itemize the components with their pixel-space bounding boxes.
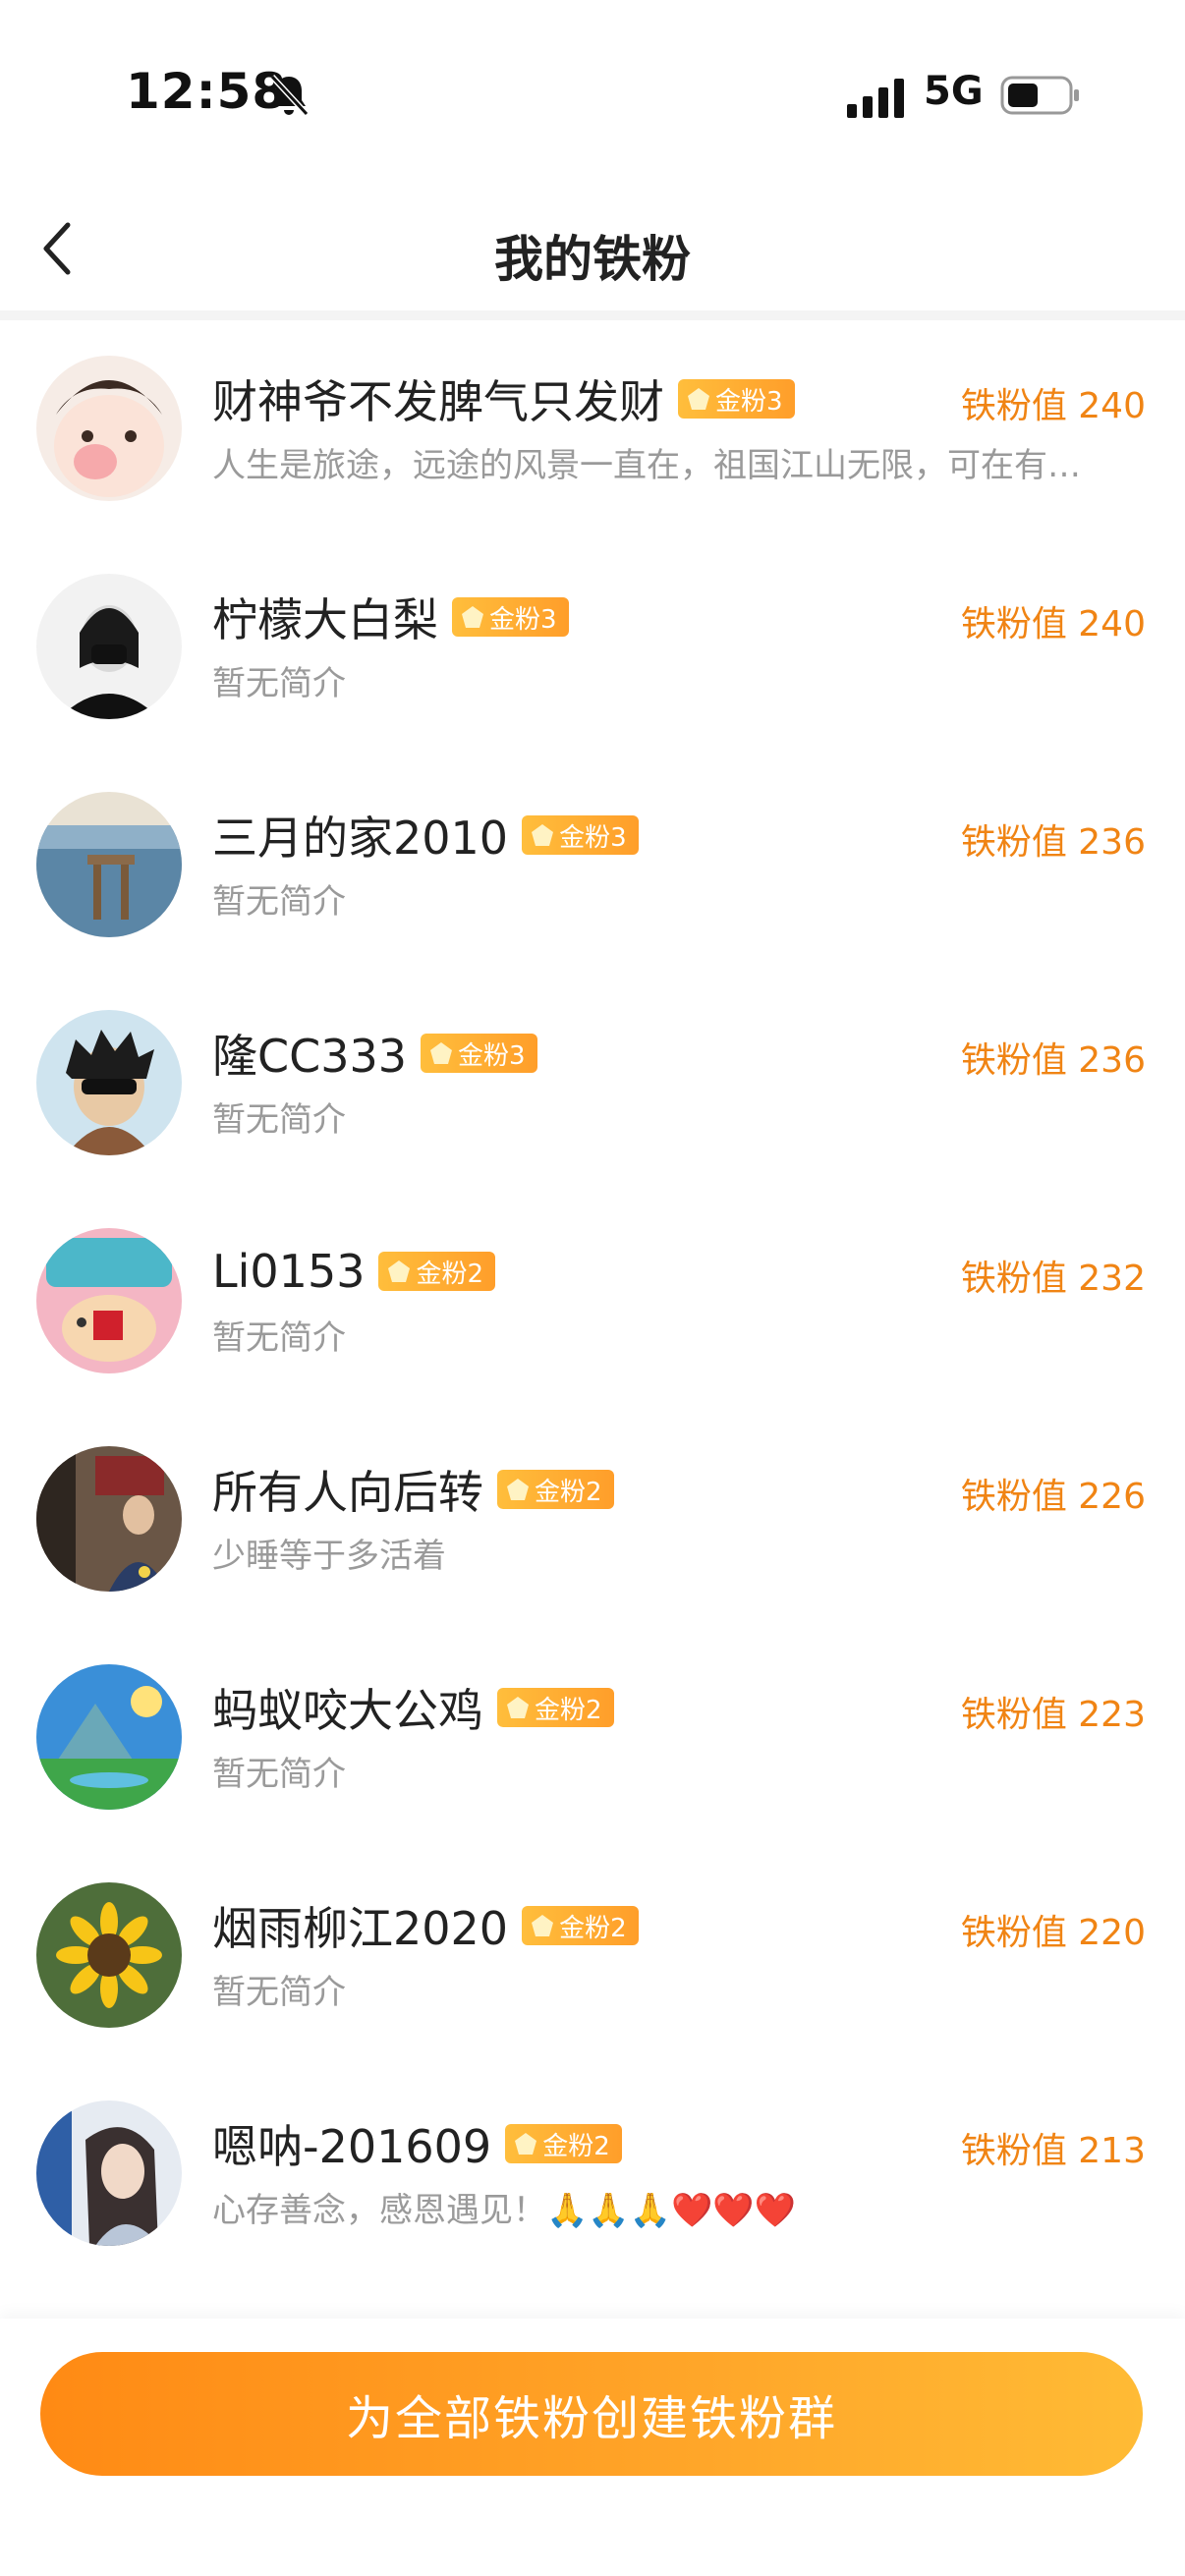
- fan-value: 铁粉值 236: [960, 1040, 1146, 1081]
- fan-value: 铁粉值 220: [960, 1913, 1146, 1953]
- gem-icon: [688, 388, 709, 410]
- badge-label: 金粉2: [416, 1259, 484, 1289]
- page-title: 我的铁粉: [494, 231, 691, 288]
- fan-list-item[interactable]: 嗯呐-201609 金粉2 铁粉值 213 心存善念，感恩遇见！🙏🙏🙏❤️❤️❤…: [0, 2065, 1185, 2283]
- gem-icon: [507, 1479, 529, 1500]
- fan-bio: 少睡等于多活着: [212, 1537, 446, 1576]
- avatar[interactable]: [36, 2100, 182, 2246]
- fan-name: 隆CC333: [212, 1030, 408, 1083]
- fan-value: 铁粉值 213: [960, 2131, 1146, 2171]
- battery-icon: [1000, 76, 1079, 115]
- fan-name-row: 所有人向后转 金粉2: [212, 1460, 614, 1519]
- fan-name: 烟雨柳江2020: [212, 1902, 509, 1955]
- fan-name-row: 三月的家2010 金粉3: [212, 806, 639, 865]
- fan-list-item[interactable]: 烟雨柳江2020 金粉2 铁粉值 220 暂无简介: [0, 1847, 1185, 2065]
- fan-bio: 暂无简介: [212, 664, 346, 703]
- badge-label: 金粉3: [489, 604, 557, 635]
- fan-name: 柠檬大白梨: [212, 593, 438, 646]
- fan-bio: 暂无简介: [212, 1973, 346, 2012]
- gem-icon: [532, 1915, 554, 1936]
- network-type: 5G: [924, 69, 984, 114]
- fan-level-badge: 金粉3: [421, 1034, 537, 1073]
- fan-value: 铁粉值 223: [960, 1695, 1146, 1735]
- fan-name-row: Li0153 金粉2: [212, 1242, 496, 1301]
- status-time: 12:58: [126, 63, 288, 120]
- fan-bio: 暂无简介: [212, 1100, 346, 1140]
- create-fan-group-button[interactable]: 为全部铁粉创建铁粉群: [40, 2352, 1143, 2476]
- badge-label: 金粉3: [559, 822, 627, 853]
- signal-icon: [847, 79, 904, 118]
- fan-list-item[interactable]: 蚂蚁咬大公鸡 金粉2 铁粉值 223 暂无简介: [0, 1629, 1185, 1847]
- fan-list-item[interactable]: 所有人向后转 金粉2 铁粉值 226 少睡等于多活着: [0, 1411, 1185, 1629]
- fan-name: 财神爷不发脾气只发财: [212, 375, 664, 428]
- bottom-bar: 为全部铁粉创建铁粉群: [0, 2319, 1185, 2576]
- gem-icon: [388, 1260, 411, 1282]
- bell-off-icon: [269, 74, 310, 117]
- fan-value: 铁粉值 240: [960, 604, 1146, 644]
- fan-name: 所有人向后转: [212, 1466, 483, 1519]
- fan-bio: 人生是旅途，远途的风景一直在，祖国江山无限，可在有…: [212, 446, 1081, 485]
- fan-list-item[interactable]: 柠檬大白梨 金粉3 铁粉值 240 暂无简介: [0, 538, 1185, 756]
- avatar[interactable]: [36, 1664, 182, 1810]
- fan-level-badge: 金粉2: [378, 1252, 496, 1291]
- fan-list-item[interactable]: 隆CC333 金粉3 铁粉值 236 暂无简介: [0, 975, 1185, 1193]
- fan-list-item[interactable]: 财神爷不发脾气只发财 金粉3 铁粉值 240 人生是旅途，远途的风景一直在，祖国…: [0, 320, 1185, 538]
- avatar[interactable]: [36, 1228, 182, 1373]
- badge-label: 金粉3: [715, 386, 783, 417]
- fan-level-badge: 金粉2: [497, 1688, 614, 1727]
- gem-icon: [430, 1042, 453, 1064]
- avatar[interactable]: [36, 356, 182, 501]
- gem-icon: [462, 606, 483, 628]
- fan-level-badge: 金粉2: [497, 1470, 614, 1509]
- fan-bio: 暂无简介: [212, 882, 346, 922]
- fan-name: 三月的家2010: [212, 812, 509, 865]
- nav-bar: 我的铁粉: [0, 187, 1185, 310]
- avatar[interactable]: [36, 1882, 182, 2028]
- fan-list-item[interactable]: Li0153 金粉2 铁粉值 232 暂无简介: [0, 1193, 1185, 1411]
- fan-list: 财神爷不发脾气只发财 金粉3 铁粉值 240 人生是旅途，远途的风景一直在，祖国…: [0, 320, 1185, 2283]
- fan-name-row: 蚂蚁咬大公鸡 金粉2: [212, 1678, 614, 1737]
- avatar[interactable]: [36, 1010, 182, 1155]
- avatar[interactable]: [36, 792, 182, 937]
- divider: [0, 310, 1185, 320]
- gem-icon: [515, 2133, 537, 2155]
- badge-label: 金粉3: [458, 1040, 526, 1071]
- badge-label: 金粉2: [535, 1695, 602, 1725]
- badge-label: 金粉2: [535, 1477, 602, 1507]
- fan-level-badge: 金粉3: [452, 597, 569, 637]
- fan-name-row: 财神爷不发脾气只发财 金粉3: [212, 369, 795, 428]
- status-bar: 12:58 5G: [0, 0, 1185, 187]
- fan-name: Li0153: [212, 1245, 366, 1298]
- fan-level-badge: 金粉2: [522, 1906, 639, 1945]
- fan-name-row: 烟雨柳江2020 金粉2: [212, 1896, 639, 1955]
- fan-value: 铁粉值 236: [960, 822, 1146, 863]
- fan-level-badge: 金粉3: [522, 815, 639, 855]
- fan-bio: 心存善念，感恩遇见！🙏🙏🙏❤️❤️❤️: [212, 2191, 797, 2230]
- fan-name-row: 隆CC333 金粉3: [212, 1024, 537, 1083]
- fan-bio: 暂无简介: [212, 1318, 346, 1358]
- gem-icon: [532, 824, 554, 846]
- fan-list-item[interactable]: 三月的家2010 金粉3 铁粉值 236 暂无简介: [0, 756, 1185, 975]
- avatar[interactable]: [36, 574, 182, 719]
- fan-name-row: 嗯呐-201609 金粉2: [212, 2114, 622, 2173]
- fan-name: 蚂蚁咬大公鸡: [212, 1684, 483, 1737]
- fan-level-badge: 金粉2: [505, 2124, 622, 2163]
- fan-value: 铁粉值 226: [960, 1477, 1146, 1517]
- gem-icon: [507, 1697, 529, 1718]
- fan-value: 铁粉值 232: [960, 1259, 1146, 1299]
- fan-bio: 暂无简介: [212, 1755, 346, 1794]
- fan-name: 嗯呐-201609: [212, 2120, 492, 2173]
- fan-level-badge: 金粉3: [678, 379, 795, 419]
- fan-name-row: 柠檬大白梨 金粉3: [212, 588, 569, 646]
- fan-value: 铁粉值 240: [960, 386, 1146, 426]
- badge-label: 金粉2: [559, 1913, 627, 1943]
- badge-label: 金粉2: [542, 2131, 610, 2161]
- avatar[interactable]: [36, 1446, 182, 1592]
